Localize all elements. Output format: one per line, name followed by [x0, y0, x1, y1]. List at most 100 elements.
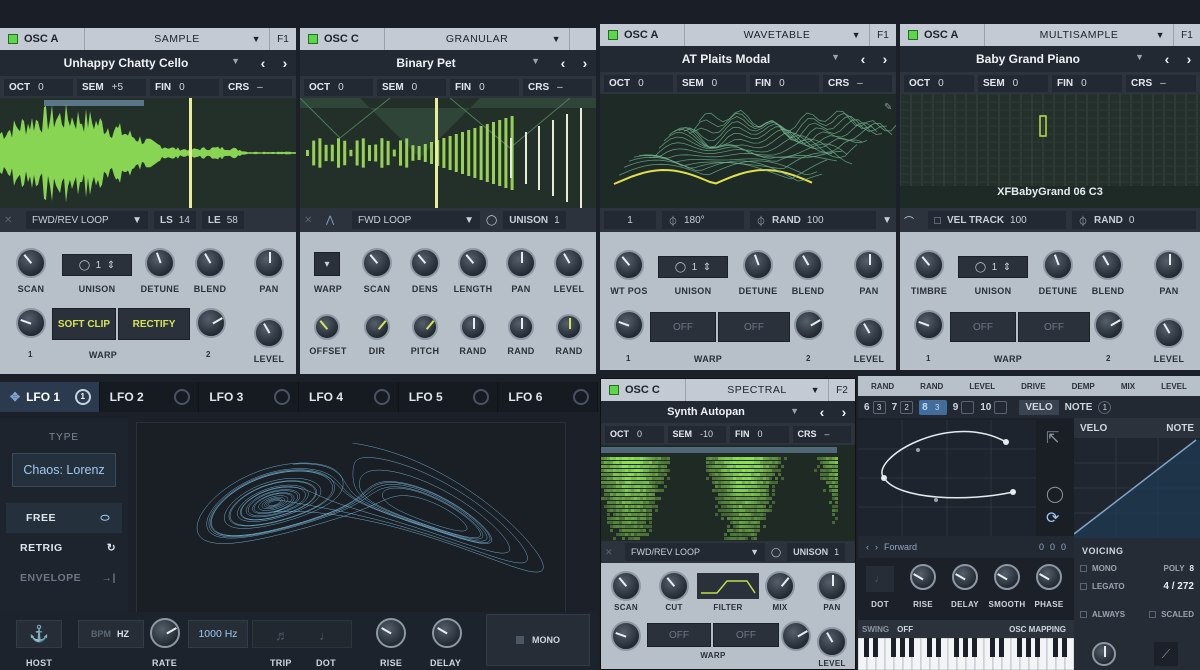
sample-waveform[interactable]	[0, 98, 296, 208]
path-display[interactable]	[858, 420, 1036, 536]
pan-knob[interactable]	[1154, 250, 1184, 280]
rise-knob[interactable]	[376, 618, 406, 648]
unison-stepper[interactable]: ◯ 1 ⇕	[62, 254, 132, 276]
preset-name[interactable]: Unhappy Chatty Cello ▼	[0, 56, 252, 70]
anchor-icon[interactable]: ⚓	[16, 620, 62, 648]
pitch-knob[interactable]	[412, 314, 438, 340]
prev-preset-button[interactable]: ‹	[852, 51, 874, 67]
bpm-hz-toggle[interactable]: BPM HZ	[78, 620, 144, 648]
mode-envelope[interactable]: ENVELOPE →|	[0, 563, 128, 593]
wavetable-display[interactable]: ✎	[600, 94, 896, 208]
semitone-field[interactable]: SEM -10	[667, 425, 726, 443]
tab-mod-6[interactable]: 63	[864, 400, 886, 414]
mode-retrig[interactable]: RETRIG ↻	[0, 533, 128, 563]
timbre-knob[interactable]	[914, 250, 944, 280]
level-knob[interactable]	[1154, 318, 1184, 348]
fine-field[interactable]: FIN 0	[450, 78, 519, 96]
detune-knob[interactable]	[1043, 250, 1073, 280]
warp-a-dropdown[interactable]: OFF	[950, 312, 1016, 342]
osc-mode-dropdown[interactable]: MULTISAMPLE ▼	[984, 24, 1174, 46]
legato-checkbox[interactable]	[1080, 583, 1087, 590]
rand-field[interactable]: ⏀ RAND 0	[1072, 211, 1196, 229]
scaled-checkbox[interactable]	[1149, 611, 1157, 618]
pan-knob[interactable]	[854, 250, 884, 280]
warp-2-knob[interactable]	[1094, 310, 1124, 340]
next-preset-button[interactable]: ›	[833, 404, 855, 420]
warp-b-dropdown[interactable]: RECTIFY	[118, 308, 190, 340]
dotted-note-icon[interactable]: ♩	[866, 566, 894, 592]
detune-knob[interactable]	[743, 250, 773, 280]
octave-field[interactable]: OCT 0	[304, 78, 373, 96]
fine-field[interactable]: FIN 0	[150, 78, 219, 96]
rand-knob[interactable]	[508, 314, 534, 340]
prev-preset-button[interactable]: ‹	[811, 404, 833, 420]
level-knob[interactable]	[554, 248, 584, 278]
osc-mode-dropdown[interactable]: WAVETABLE ▼	[684, 24, 870, 46]
preset-name[interactable]: Binary Pet ▼	[300, 56, 552, 70]
unison-stepper[interactable]: ◯ 1 ⇕	[658, 256, 728, 278]
rand-field[interactable]: ⏀ RAND 100	[750, 211, 877, 229]
warp-1-knob[interactable]	[16, 308, 46, 338]
next-preset-button[interactable]: ›	[574, 55, 596, 71]
step-field[interactable]: 0	[1050, 542, 1055, 552]
mix-knob[interactable]	[765, 571, 795, 601]
loop-end-field[interactable]: LE 58	[201, 211, 244, 229]
prev-preset-button[interactable]: ‹	[252, 55, 274, 71]
rand-knob[interactable]	[556, 314, 582, 340]
mode-free[interactable]: FREE ⬭	[6, 503, 122, 533]
next-preset-button[interactable]: ›	[274, 55, 296, 71]
delay-knob[interactable]	[432, 618, 462, 648]
density-knob[interactable]	[410, 248, 440, 278]
osc-enable-toggle[interactable]	[8, 34, 18, 44]
scan-knob[interactable]	[362, 248, 392, 278]
lfo-shape-display[interactable]	[136, 422, 566, 614]
coarse-field[interactable]: CRS –	[523, 78, 592, 96]
loop-mode-dropdown[interactable]: FWD/REV LOOP ▼	[26, 211, 148, 229]
export-icon[interactable]: ⇱	[1046, 428, 1059, 448]
pan-knob[interactable]	[506, 248, 536, 278]
osc-mode-dropdown[interactable]: SAMPLE ▼	[84, 28, 270, 50]
warp-b-dropdown[interactable]: OFF	[713, 623, 779, 647]
fx-button[interactable]: F1	[1174, 30, 1200, 41]
blend-knob[interactable]	[793, 250, 823, 280]
chevron-down-icon[interactable]: ▼	[882, 215, 892, 226]
always-checkbox[interactable]	[1080, 611, 1087, 618]
warp-1-knob[interactable]	[611, 621, 641, 651]
next-preset-button[interactable]: ›	[1178, 51, 1200, 67]
rise-knob[interactable]	[910, 564, 936, 590]
warp-2-knob[interactable]	[196, 308, 226, 338]
swing-value[interactable]: OFF	[897, 625, 913, 634]
phase-knob[interactable]	[1036, 564, 1062, 590]
osc-mode-dropdown[interactable]: GRANULAR ▼	[384, 28, 570, 50]
unison-stepper[interactable]: ◯ 1 ⇕	[958, 256, 1028, 278]
fx-button[interactable]: F1	[270, 34, 296, 45]
fine-field[interactable]: FIN 0	[730, 425, 789, 443]
semitone-field[interactable]: SEM 0	[677, 74, 746, 92]
tab-lfo-3[interactable]: LFO 3	[199, 382, 300, 412]
rate-value[interactable]: 1000 Hz	[188, 620, 248, 648]
pan-knob[interactable]	[254, 248, 284, 278]
osc-enable-toggle[interactable]	[908, 30, 918, 40]
warp-b-dropdown[interactable]: OFF	[718, 312, 790, 342]
keyboard[interactable]	[857, 637, 1075, 670]
vel-track-field[interactable]: VEL TRACK 100	[928, 211, 1066, 229]
prev-preset-button[interactable]: ‹	[552, 55, 574, 71]
step-field[interactable]: 0	[1039, 542, 1044, 552]
next-icon[interactable]: ›	[875, 542, 878, 552]
level-knob[interactable]	[254, 318, 284, 348]
tab-mod-7[interactable]: 72	[892, 400, 914, 414]
loop-mode-dropdown[interactable]: FWD/REV LOOP ▼	[625, 543, 765, 561]
detune-knob[interactable]	[145, 248, 175, 278]
tab-mod-8[interactable]: 83	[919, 399, 947, 415]
step-field[interactable]: 0	[1061, 542, 1066, 552]
next-preset-button[interactable]: ›	[874, 51, 896, 67]
cycle-icon[interactable]: ⟳	[1046, 508, 1059, 528]
rand-knob[interactable]	[460, 314, 486, 340]
length-knob[interactable]	[458, 248, 488, 278]
filter-curve-display[interactable]	[697, 573, 759, 599]
osc-mapping-button[interactable]: OSC MAPPING	[1009, 625, 1066, 634]
prev-preset-button[interactable]: ‹	[1156, 51, 1178, 67]
octave-field[interactable]: OCT 0	[904, 74, 974, 92]
tab-note[interactable]: NOTE	[1065, 402, 1093, 413]
mono-toggle[interactable]: MONO	[486, 614, 590, 666]
